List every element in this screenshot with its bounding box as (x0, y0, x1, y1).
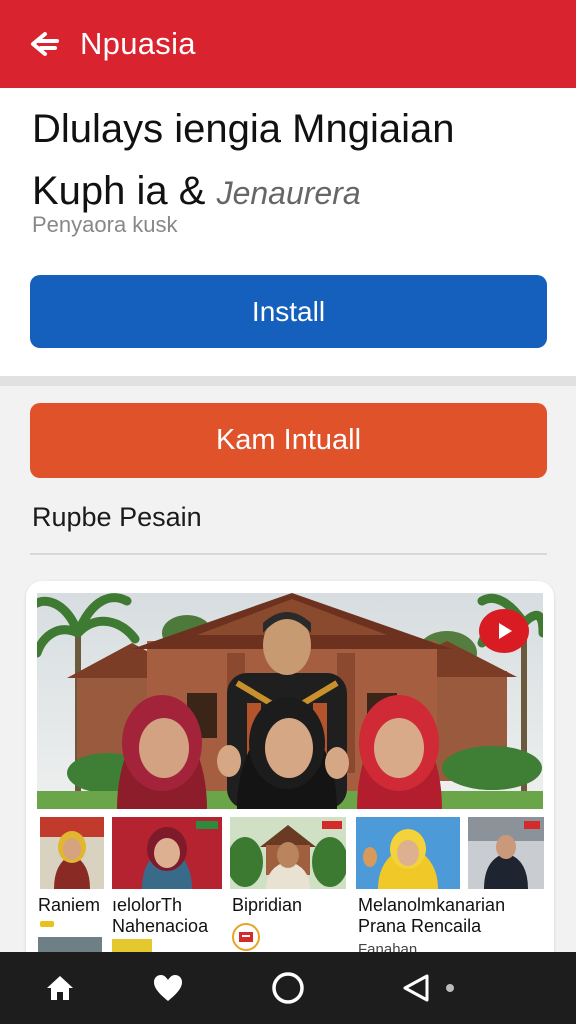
app-subtitle: Penyaora kusk (32, 212, 178, 237)
app-title-line2-em: Jenaurera (216, 175, 361, 211)
media-card: Raniem ıelolorTh Nahenacioa Bipridian Me… (26, 581, 554, 1001)
thumbnail-2-label: ıelolorTh Nahenacioa (112, 895, 209, 936)
thumbnail-3[interactable] (230, 817, 346, 889)
back-arrow-icon[interactable] (26, 26, 62, 62)
app-bar-title: Npuasia (80, 26, 196, 61)
thumbnail-3-label: Bipridian (232, 895, 303, 915)
tag-icon (40, 921, 54, 927)
home-icon[interactable] (40, 968, 80, 1008)
app-title-line2-main: Kuph ia & (32, 169, 217, 213)
install-button[interactable]: Install (30, 275, 547, 348)
system-nav-bar (0, 952, 576, 1024)
heart-icon[interactable] (148, 968, 188, 1008)
thumbnail-1-label: Raniem (38, 895, 101, 915)
dot-icon (430, 968, 470, 1008)
section-divider (30, 553, 547, 555)
thumbnail-2[interactable] (112, 817, 222, 889)
divider (0, 376, 576, 386)
app-title-line1: Dlulays iengia Mngiaian (32, 107, 455, 151)
section-heading: Rupbe Pesain (32, 502, 202, 532)
hero-image[interactable] (37, 593, 543, 809)
youtube-play-icon[interactable] (479, 609, 529, 653)
app-header-card: Dlulays iengia Mngiaian Kuph ia & Jenaur… (0, 88, 576, 376)
app-title: Dlulays iengia Mngiaian Kuph ia & Jenaur… (32, 98, 552, 224)
badge-icon (232, 923, 260, 951)
secondary-install-button[interactable]: Kam Intuall (30, 403, 547, 478)
thumbnail-4-label: Melanolmkanarian Prana Rencaila (358, 895, 506, 936)
thumbnail-1[interactable] (40, 817, 104, 889)
circle-icon[interactable] (268, 968, 308, 1008)
thumbnail-5[interactable] (468, 817, 544, 889)
thumbnail-4[interactable] (356, 817, 460, 889)
app-bar: Npuasia (0, 0, 576, 88)
